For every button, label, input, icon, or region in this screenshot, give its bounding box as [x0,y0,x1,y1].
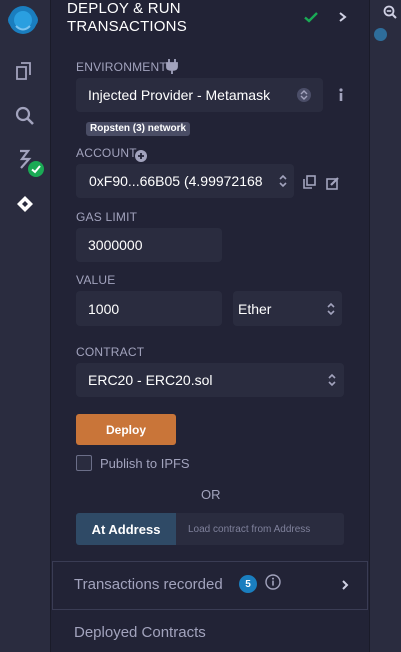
zoom-out-icon[interactable] [383,4,397,19]
title-line-2: TRANSACTIONS [67,18,187,35]
file-explorer-icon[interactable] [14,60,36,82]
remix-logo[interactable] [4,2,42,38]
gas-limit-input[interactable]: 3000000 [76,228,222,262]
status-dot [374,28,387,41]
deploy-button[interactable]: Deploy [76,414,176,445]
contract-label: CONTRACT [76,345,145,359]
edit-icon[interactable] [326,175,340,190]
address-input[interactable]: Load contract from Address [176,513,344,545]
publish-ipfs-checkbox[interactable] [76,455,92,471]
info-icon[interactable] [265,574,281,590]
contract-value: ERC20 - ERC20.sol [88,372,213,388]
transactions-recorded-label: Transactions recorded [74,576,223,593]
deployed-contracts-label: Deployed Contracts [74,624,206,641]
environment-select[interactable]: Injected Provider - Metamask [76,78,323,112]
account-value: 0xF90...66B05 (4.99972168 [89,173,263,189]
plug-icon[interactable] [165,58,179,74]
select-arrow-icon [297,88,311,102]
select-arrow-icon [278,173,288,189]
gas-limit-label: GAS LIMIT [76,210,138,224]
contract-select[interactable]: ERC20 - ERC20.sol [76,363,344,397]
transactions-recorded-section[interactable]: Transactions recorded 5 [52,561,368,610]
value-input[interactable]: 1000 [76,291,222,326]
or-divider: OR [201,487,221,502]
compiled-check-icon [28,161,44,177]
chevron-right-icon[interactable] [340,578,350,590]
check-icon [303,9,319,25]
environment-label: ENVIRONMENT [76,60,167,74]
value-label: VALUE [76,273,116,287]
transactions-count-badge: 5 [239,575,257,593]
select-arrow-icon [326,301,336,317]
deploy-icon[interactable] [14,193,36,215]
account-label: ACCOUNT [76,146,137,160]
search-icon[interactable] [14,105,36,127]
icon-panel [0,0,51,652]
select-arrow-icon [327,372,337,388]
value-unit: Ether [238,300,272,317]
publish-ipfs-label: Publish to IPFS [100,456,190,471]
network-badge: Ropsten (3) network [86,122,191,136]
plus-circle-icon[interactable] [135,147,147,162]
account-select[interactable]: 0xF90...66B05 (4.99972168 [76,164,294,198]
deploy-run-panel: DEPLOY & RUN TRANSACTIONS ENVIRONMENT In… [51,0,368,652]
chevron-right-icon[interactable] [336,9,348,23]
copy-icon[interactable] [303,174,316,189]
at-address-button[interactable]: At Address [76,513,176,545]
value-unit-select[interactable]: Ether [233,291,342,326]
side-column [369,0,401,652]
info-icon[interactable] [336,87,346,103]
environment-value: Injected Provider - Metamask [88,87,271,103]
panel-title: DEPLOY & RUN TRANSACTIONS [67,0,267,36]
title-line-1: DEPLOY & RUN [67,0,181,17]
